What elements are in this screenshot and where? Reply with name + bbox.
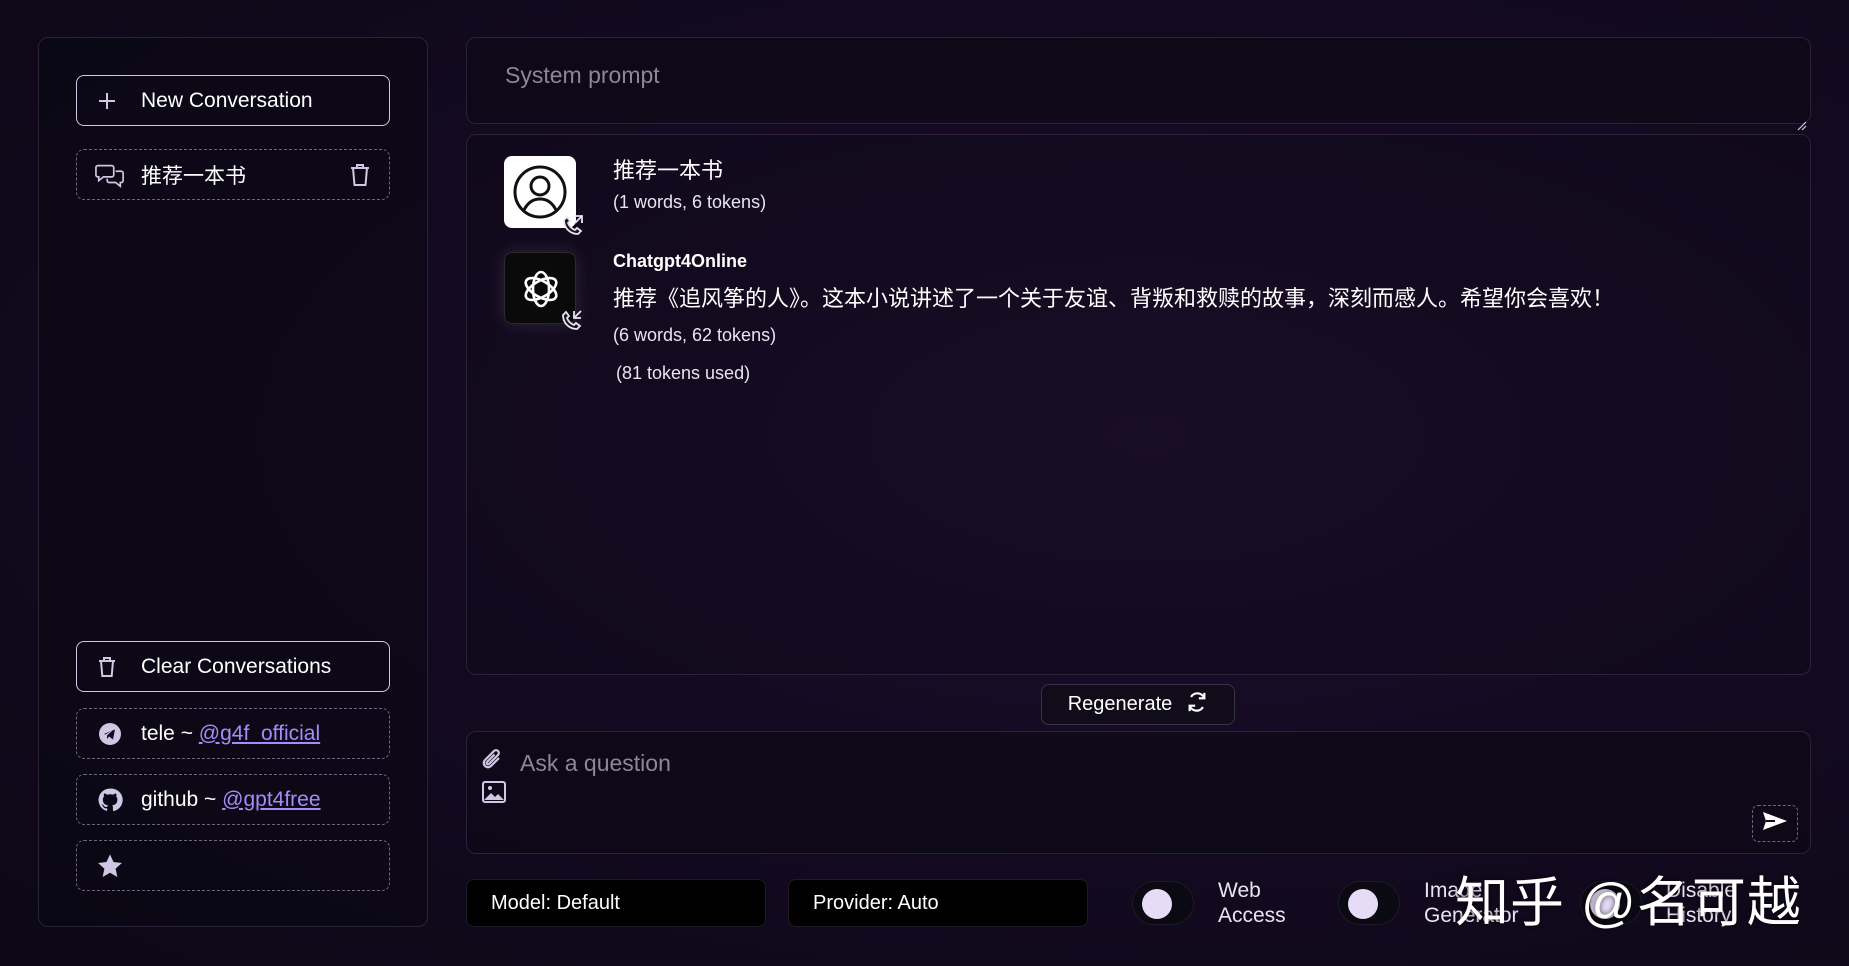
new-conversation-button[interactable]: New Conversation	[76, 75, 390, 126]
chat-messages: 推荐一本书 (1 words, 6 tokens) Chatgpt4Online…	[466, 134, 1811, 675]
watermark: 知乎 @名可越	[1455, 873, 1802, 933]
assistant-message-meta: (6 words, 62 tokens)	[613, 325, 777, 345]
delete-conversation-icon[interactable]	[347, 162, 373, 188]
system-prompt-placeholder: System prompt	[505, 62, 660, 88]
tokens-used: (81 tokens used)	[616, 363, 751, 383]
provider-select-value: Provider: Auto	[813, 891, 939, 914]
user-message-meta: (1 words, 6 tokens)	[613, 192, 767, 212]
clear-conversations-label: Clear Conversations	[141, 654, 332, 678]
assistant-author: Chatgpt4Online	[613, 251, 747, 271]
regenerate-button[interactable]: Regenerate	[1041, 684, 1235, 725]
outgoing-call-icon	[558, 212, 586, 240]
telegram-icon	[95, 719, 125, 749]
github-prefix: github ~	[141, 787, 223, 811]
star-icon	[95, 851, 125, 881]
trash-icon	[95, 655, 119, 679]
conversation-title: 推荐一本书	[141, 164, 246, 188]
image-generator-toggle[interactable]	[1338, 881, 1400, 925]
web-access-label-line2: Access	[1218, 904, 1286, 927]
conversation-item[interactable]: 推荐一本书	[76, 149, 390, 200]
incoming-call-icon	[557, 307, 585, 335]
send-button[interactable]	[1752, 805, 1798, 842]
user-message-text: 推荐一本书	[613, 158, 724, 183]
new-conversation-label: New Conversation	[141, 88, 313, 112]
toggle-knob	[1142, 889, 1172, 919]
attachment-icon[interactable]	[481, 748, 505, 779]
plus-icon	[95, 89, 119, 113]
provider-select[interactable]: Provider: Auto	[788, 879, 1088, 927]
star-row[interactable]	[76, 840, 390, 891]
chat-bubbles-icon	[95, 160, 125, 190]
sidebar: New Conversation 推荐一本书 Clear Conversatio…	[38, 37, 428, 927]
web-access-label-line1: Web	[1218, 879, 1261, 902]
web-access-toggle[interactable]	[1132, 881, 1194, 925]
github-handle-link[interactable]: @gpt4free	[222, 788, 320, 812]
toggle-knob	[1348, 889, 1378, 919]
github-icon	[95, 785, 125, 815]
user-avatar	[504, 156, 583, 235]
assistant-message-text: 推荐《追风筝的人》。这本小说讲述了一个关于友谊、背叛和救赎的故事，深刻而感人。希…	[613, 286, 1615, 311]
question-input[interactable]: Ask a question	[466, 731, 1811, 854]
model-select-value: Model: Default	[491, 891, 620, 914]
github-link-row: github ~ @gpt4free	[76, 774, 390, 825]
send-icon	[1762, 810, 1788, 837]
model-select[interactable]: Model: Default	[466, 879, 766, 927]
clear-conversations-button[interactable]: Clear Conversations	[76, 641, 390, 692]
resize-handle-icon[interactable]	[1797, 110, 1807, 131]
telegram-link-row: tele ~ @g4f_official	[76, 708, 390, 759]
app-window: New Conversation 推荐一本书 Clear Conversatio…	[0, 0, 1849, 966]
image-icon[interactable]	[481, 780, 507, 809]
telegram-handle-link[interactable]: @g4f_official	[199, 722, 320, 746]
question-placeholder: Ask a question	[520, 750, 671, 776]
refresh-icon	[1186, 691, 1208, 719]
assistant-avatar	[504, 252, 582, 330]
regenerate-label: Regenerate	[1067, 693, 1173, 715]
telegram-prefix: tele ~	[141, 721, 199, 745]
web-access-label: Web Access	[1218, 878, 1286, 928]
system-prompt-input[interactable]: System prompt	[466, 37, 1811, 131]
